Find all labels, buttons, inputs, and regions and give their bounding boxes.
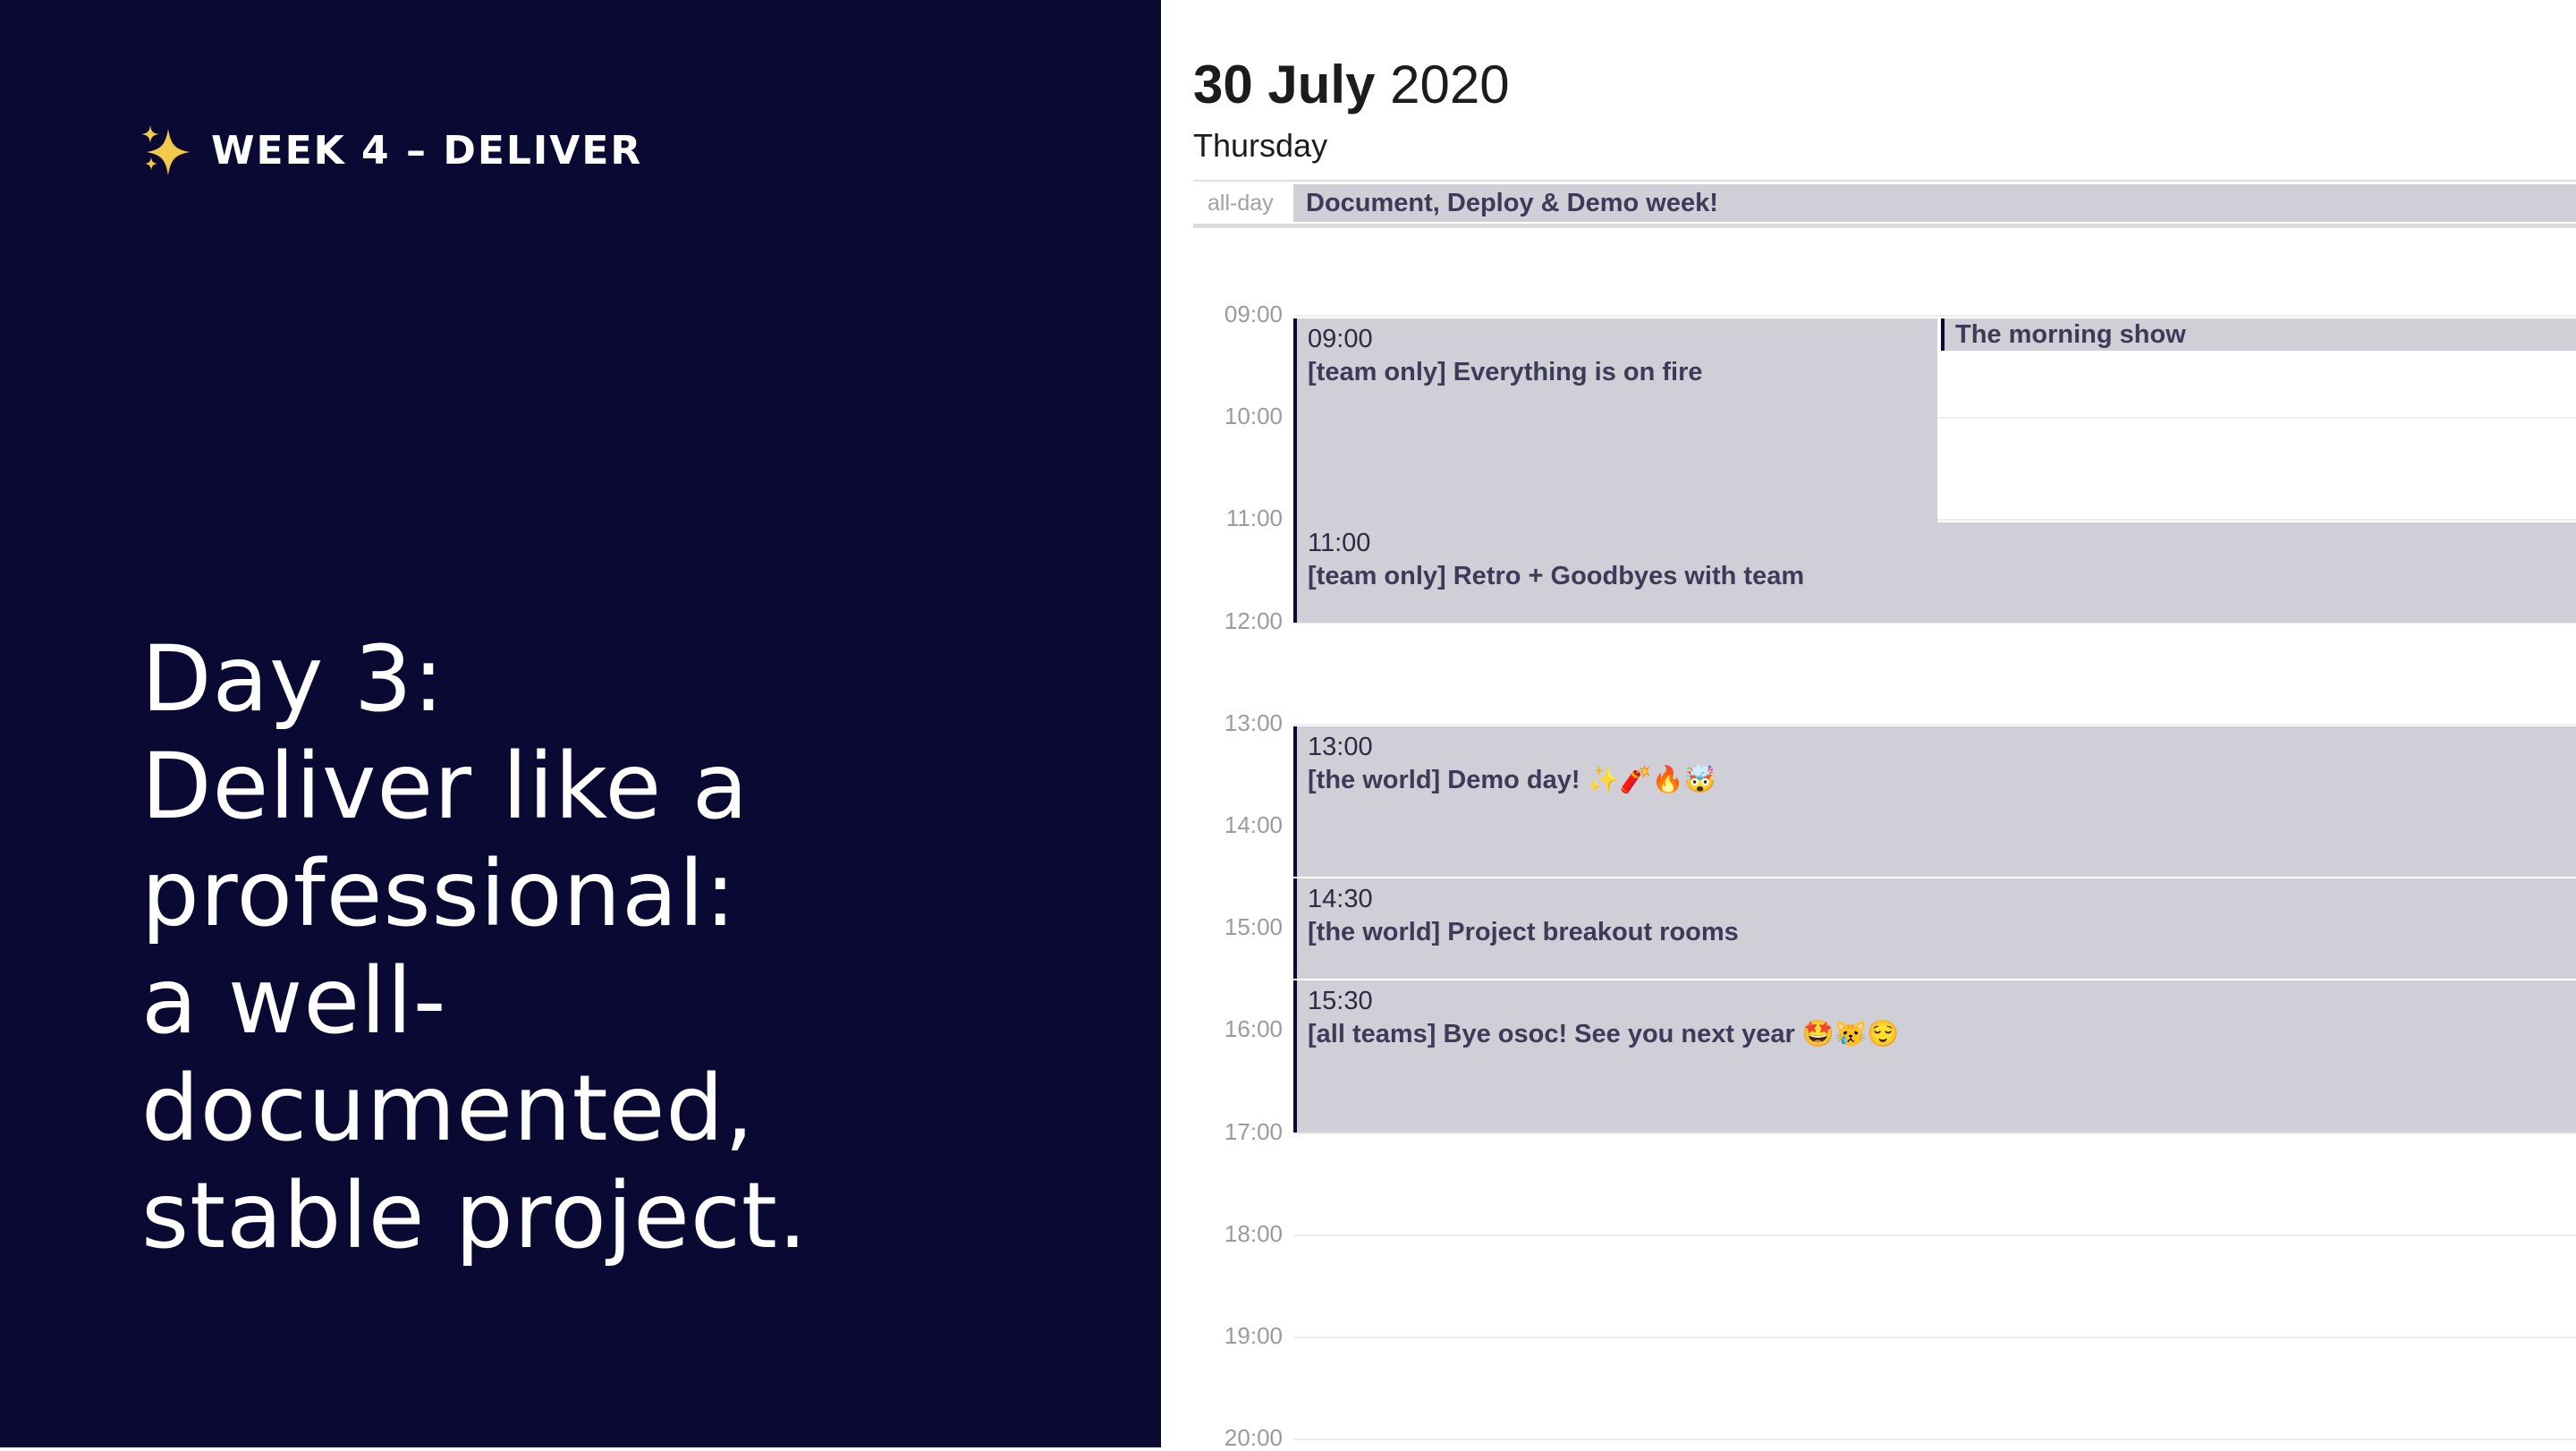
headline-line: Day 3: bbox=[141, 626, 445, 733]
all-day-label: all-day bbox=[1208, 191, 1274, 216]
event-title: [team only] Retro + Goodbyes with team bbox=[1308, 562, 1805, 590]
hour-gridline bbox=[1293, 315, 2576, 317]
header-divider bbox=[1193, 180, 2576, 182]
event-time: 15:30 bbox=[1308, 987, 1373, 1015]
hour-gridline bbox=[1293, 1336, 2576, 1338]
all-day-event[interactable]: Document, Deploy & Demo week! bbox=[1293, 184, 2576, 222]
hour-label: 19:00 bbox=[1224, 1322, 1283, 1349]
date-year: 2020 bbox=[1390, 55, 1510, 115]
hour-label: 11:00 bbox=[1225, 505, 1283, 531]
event-time: 09:00 bbox=[1308, 325, 1373, 353]
hour-label: 12:00 bbox=[1224, 607, 1283, 634]
calendar-event[interactable]: 14:30 [the world] Project breakout rooms bbox=[1293, 878, 2576, 979]
week-heading: WEEK 4 – DELIVER bbox=[141, 123, 642, 177]
headline-line: a well- bbox=[141, 948, 447, 1055]
hour-gridline bbox=[1293, 1235, 2576, 1236]
calendar-event[interactable]: 09:00 [team only] Everything is on fire bbox=[1293, 318, 1937, 522]
all-day-divider bbox=[1193, 224, 2576, 228]
headline-line: Deliver like a bbox=[141, 734, 750, 840]
week-label: WEEK 4 – DELIVER bbox=[211, 127, 643, 174]
event-title: [the world] Project breakout rooms bbox=[1308, 918, 1739, 946]
event-time: 11:00 bbox=[1308, 529, 1371, 557]
hour-label: 09:00 bbox=[1224, 301, 1283, 327]
event-title: [team only] Everything is on fire bbox=[1308, 358, 1703, 386]
hour-label: 15:00 bbox=[1224, 913, 1283, 940]
hour-label: 14:00 bbox=[1224, 811, 1283, 838]
headline-line: professional: bbox=[141, 841, 737, 947]
event-time: 13:00 bbox=[1308, 733, 1373, 761]
hour-label: 18:00 bbox=[1224, 1220, 1283, 1247]
hour-label: 16:00 bbox=[1224, 1015, 1283, 1042]
hour-gridline bbox=[1293, 724, 2576, 726]
date-day-month: 30 July bbox=[1193, 55, 1376, 115]
calendar-event[interactable]: 11:00 [team only] Retro + Goodbyes with … bbox=[1293, 522, 2576, 623]
calendar-day-view: 30 July 2020 Thursday all-day Document, … bbox=[1161, 0, 2576, 1451]
side-event[interactable]: The morning show bbox=[1941, 318, 2576, 351]
sparkles-icon bbox=[141, 125, 190, 175]
hour-label: 10:00 bbox=[1224, 403, 1283, 429]
hour-gridline bbox=[1293, 1133, 2576, 1134]
hour-label: 13:00 bbox=[1224, 709, 1283, 736]
event-time: 14:30 bbox=[1308, 885, 1373, 913]
hour-gridline bbox=[1293, 1438, 2576, 1440]
headline-line: documented, bbox=[141, 1056, 755, 1162]
slide-headline: Day 3: Deliver like a professional: a we… bbox=[141, 626, 1107, 1270]
weekday-label: Thursday bbox=[1193, 127, 1328, 164]
calendar-event[interactable]: 15:30 [all teams] Bye osoc! See you next… bbox=[1293, 980, 2576, 1133]
hour-label: 17:00 bbox=[1224, 1118, 1283, 1145]
title-panel: WEEK 4 – DELIVER Day 3: Deliver like a p… bbox=[0, 0, 1161, 1447]
event-title: [all teams] Bye osoc! See you next year … bbox=[1308, 1020, 1900, 1048]
event-title: [the world] Demo day! ✨🧨🔥🤯 bbox=[1308, 766, 1717, 794]
calendar-event[interactable]: 13:00 [the world] Demo day! ✨🧨🔥🤯 bbox=[1293, 726, 2576, 877]
calendar-date-title: 30 July 2020 bbox=[1193, 54, 1510, 115]
headline-line: stable project. bbox=[141, 1163, 809, 1269]
